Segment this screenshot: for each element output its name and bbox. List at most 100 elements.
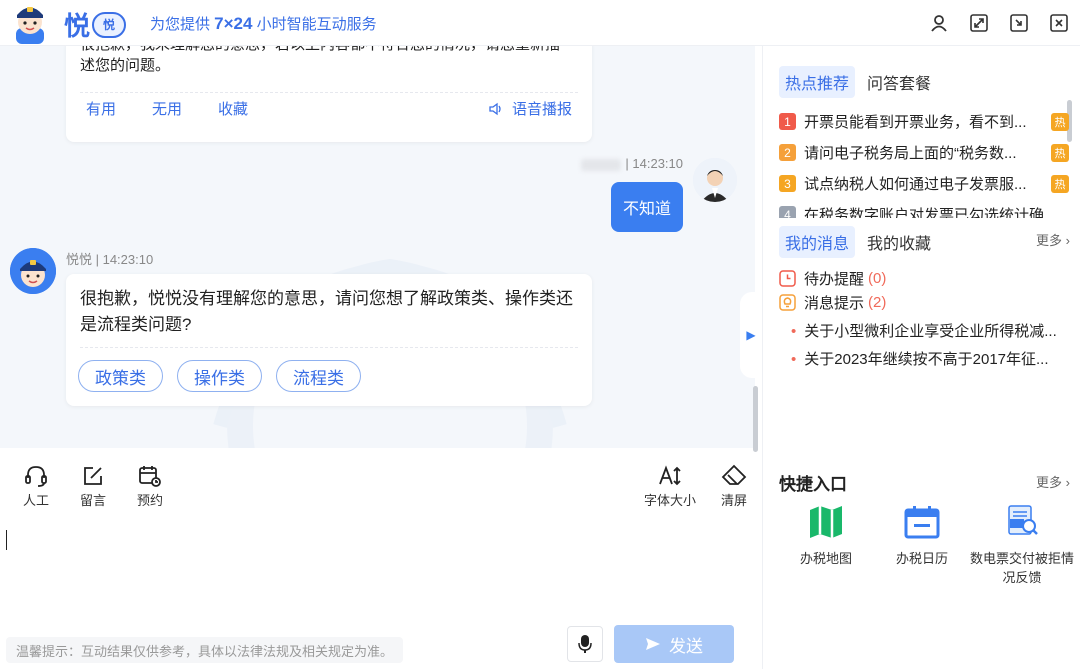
quick-tax-calendar[interactable]: 办税日历 — [867, 502, 977, 567]
hot-item-title: 请问电子税务局上面的“税务数... — [804, 145, 1017, 162]
quick-entry-title: 快捷入口 — [779, 475, 847, 494]
bot-message-meta: 悦悦 | 14:23:10 — [66, 252, 154, 267]
hot-item[interactable]: 2 请问电子税务局上面的“税务数... 热 — [779, 137, 1069, 168]
chat-scrollbar[interactable] — [753, 386, 758, 452]
notice-item[interactable]: 关于2023年继续按不高于2017年征... — [791, 348, 1063, 369]
tab-my-messages[interactable]: 我的消息 — [779, 226, 856, 258]
user-message-meta: | 14:23:10 — [581, 156, 683, 171]
microphone-icon — [578, 635, 592, 653]
text-caret — [6, 530, 7, 550]
hot-item[interactable]: 4 在税务数字账户对发票已勾选统计确... — [779, 199, 1069, 218]
blurred-username — [581, 158, 622, 171]
feedback-actions: 有用 无用 收藏 — [86, 98, 248, 119]
quick-tax-calendar-label: 办税日历 — [895, 551, 948, 566]
send-icon — [646, 638, 660, 650]
voice-input-button[interactable] — [567, 626, 603, 662]
headset-icon — [25, 466, 47, 487]
invoice-search-icon — [1002, 502, 1042, 542]
hot-tag: 热 — [1051, 112, 1069, 131]
user-message-time: | 14:23:10 — [625, 156, 683, 171]
more-label: 更多 — [1036, 233, 1063, 248]
input-toolbar: 人工 留言 预约 字体大小 清屏 — [0, 448, 755, 518]
bot-avatar — [10, 248, 56, 294]
minimize-icon[interactable] — [1006, 10, 1032, 36]
font-size-icon — [659, 465, 681, 486]
hot-tabs: 热点推荐 问答套餐 — [779, 66, 937, 98]
message-notice[interactable]: 消息提示 (2) — [779, 292, 886, 313]
hot-item[interactable]: 1 开票员能看到开票业务，看不到... 热 — [779, 106, 1069, 137]
clear-screen-label: 清屏 — [720, 493, 747, 508]
warm-tip: 温馨提示：互动结果仅供参考，具体以法律法规及相关规定为准。 — [6, 637, 404, 663]
divider — [80, 347, 578, 348]
quick-tax-map[interactable]: 办税地图 — [771, 502, 881, 567]
messages-more-link[interactable]: 更多 › — [1036, 230, 1070, 249]
human-agent-button[interactable]: 人工 — [16, 464, 56, 509]
useless-button[interactable]: 无用 — [152, 98, 182, 119]
notice-item[interactable]: 关于小型微利企业享受企业所得税减... — [791, 320, 1063, 341]
option-policy[interactable]: 政策类 — [78, 360, 163, 392]
user-message: 不知道 — [611, 182, 683, 232]
send-button[interactable]: 发送 — [614, 625, 734, 663]
quick-tax-map-label: 办税地图 — [799, 551, 852, 566]
option-process[interactable]: 流程类 — [276, 360, 361, 392]
eraser-icon — [721, 464, 747, 485]
send-label: 发送 — [669, 636, 703, 656]
edit-icon — [84, 467, 102, 485]
tab-my-favorites[interactable]: 我的收藏 — [861, 226, 937, 258]
voice-broadcast-label: 语音播报 — [511, 101, 572, 118]
divider — [80, 92, 578, 93]
favorite-button[interactable]: 收藏 — [218, 98, 248, 119]
todo-count: (0) — [868, 270, 887, 287]
voice-broadcast-button[interactable]: 语音播报 — [488, 98, 572, 119]
rank-badge: 3 — [779, 175, 796, 192]
app-logo: 悦 悦 — [64, 6, 127, 43]
bot-message-text-cut: 很抱歉，我未理解您的意思，若以上内容都不符合您的情况，请您重新描 — [80, 46, 580, 54]
user-icon[interactable] — [926, 10, 952, 36]
hot-tag: 热 — [1051, 174, 1069, 193]
header-bar: 悦 悦 为您提供 7×24 小时智能互动服务 — [0, 0, 1080, 46]
bot-message-text: 述您的问题。 — [80, 57, 171, 74]
quick-invoice-feedback-label: 数电票交付被拒情况反馈 — [969, 551, 1074, 585]
tab-hot-recommend[interactable]: 热点推荐 — [779, 66, 856, 98]
bot-message: 很抱歉，悦悦没有理解您的意思，请问您想了解政策类、操作类还是流程类问题? 政策类… — [66, 274, 592, 406]
quick-invoice-feedback[interactable]: 数电票交付被拒情况反馈 — [967, 502, 1077, 586]
appointment-button[interactable]: 预约 — [130, 464, 170, 509]
slogan-post: 小时智能互动服务 — [252, 16, 377, 33]
tab-qa-package[interactable]: 问答套餐 — [861, 66, 937, 98]
user-avatar — [693, 158, 737, 202]
header-slogan: 为您提供 7×24 小时智能互动服务 — [150, 13, 377, 34]
rank-badge: 4 — [779, 206, 796, 218]
hot-item-title: 开票员能看到开票业务，看不到... — [804, 114, 1027, 131]
message-tabs: 我的消息 我的收藏 — [779, 226, 937, 258]
quick-more-link[interactable]: 更多 › — [1036, 472, 1070, 491]
clock-icon — [779, 270, 796, 287]
notice-count: (2) — [868, 294, 887, 311]
clear-screen-button[interactable]: 清屏 — [714, 464, 754, 509]
bulb-icon — [779, 294, 796, 311]
font-size-button[interactable]: 字体大小 — [641, 464, 699, 509]
close-icon[interactable] — [1046, 10, 1072, 36]
useful-button[interactable]: 有用 — [86, 98, 116, 119]
hot-item[interactable]: 3 试点纳税人如何通过电子发票服... 热 — [779, 168, 1069, 199]
speaker-icon — [489, 102, 501, 115]
fullscreen-icon[interactable] — [966, 10, 992, 36]
rank-badge: 1 — [779, 113, 796, 130]
slogan-pre: 为您提供 — [150, 16, 215, 33]
todo-reminder[interactable]: 待办提醒 (0) — [779, 268, 886, 289]
rank-badge: 2 — [779, 144, 796, 161]
question-type-options: 政策类 操作类 流程类 — [78, 360, 361, 392]
hot-item-title: 试点纳税人如何通过电子发票服... — [804, 176, 1027, 193]
font-size-label: 字体大小 — [643, 493, 696, 508]
leave-message-button[interactable]: 留言 — [73, 464, 113, 509]
collapse-panel-arrow[interactable]: ▶ — [740, 292, 762, 378]
logo-char: 悦 — [64, 12, 91, 42]
more-label: 更多 — [1036, 475, 1063, 490]
appointment-label: 预约 — [136, 493, 163, 508]
message-input[interactable] — [0, 520, 755, 620]
right-panel: 热点推荐 问答套餐 1 开票员能看到开票业务，看不到... 热 2 请问电子税务… — [762, 46, 1080, 669]
chat-panel[interactable]: 很抱歉，我未理解您的意思，若以上内容都不符合您的情况，请您重新描 述您的问题。 … — [0, 46, 755, 448]
hot-list: 1 开票员能看到开票业务，看不到... 热 2 请问电子税务局上面的“税务数..… — [779, 106, 1069, 218]
slogan-strong: 7×24 — [214, 14, 253, 33]
hot-item-title: 在税务数字账户对发票已勾选统计确... — [804, 207, 1057, 218]
option-operation[interactable]: 操作类 — [177, 360, 262, 392]
